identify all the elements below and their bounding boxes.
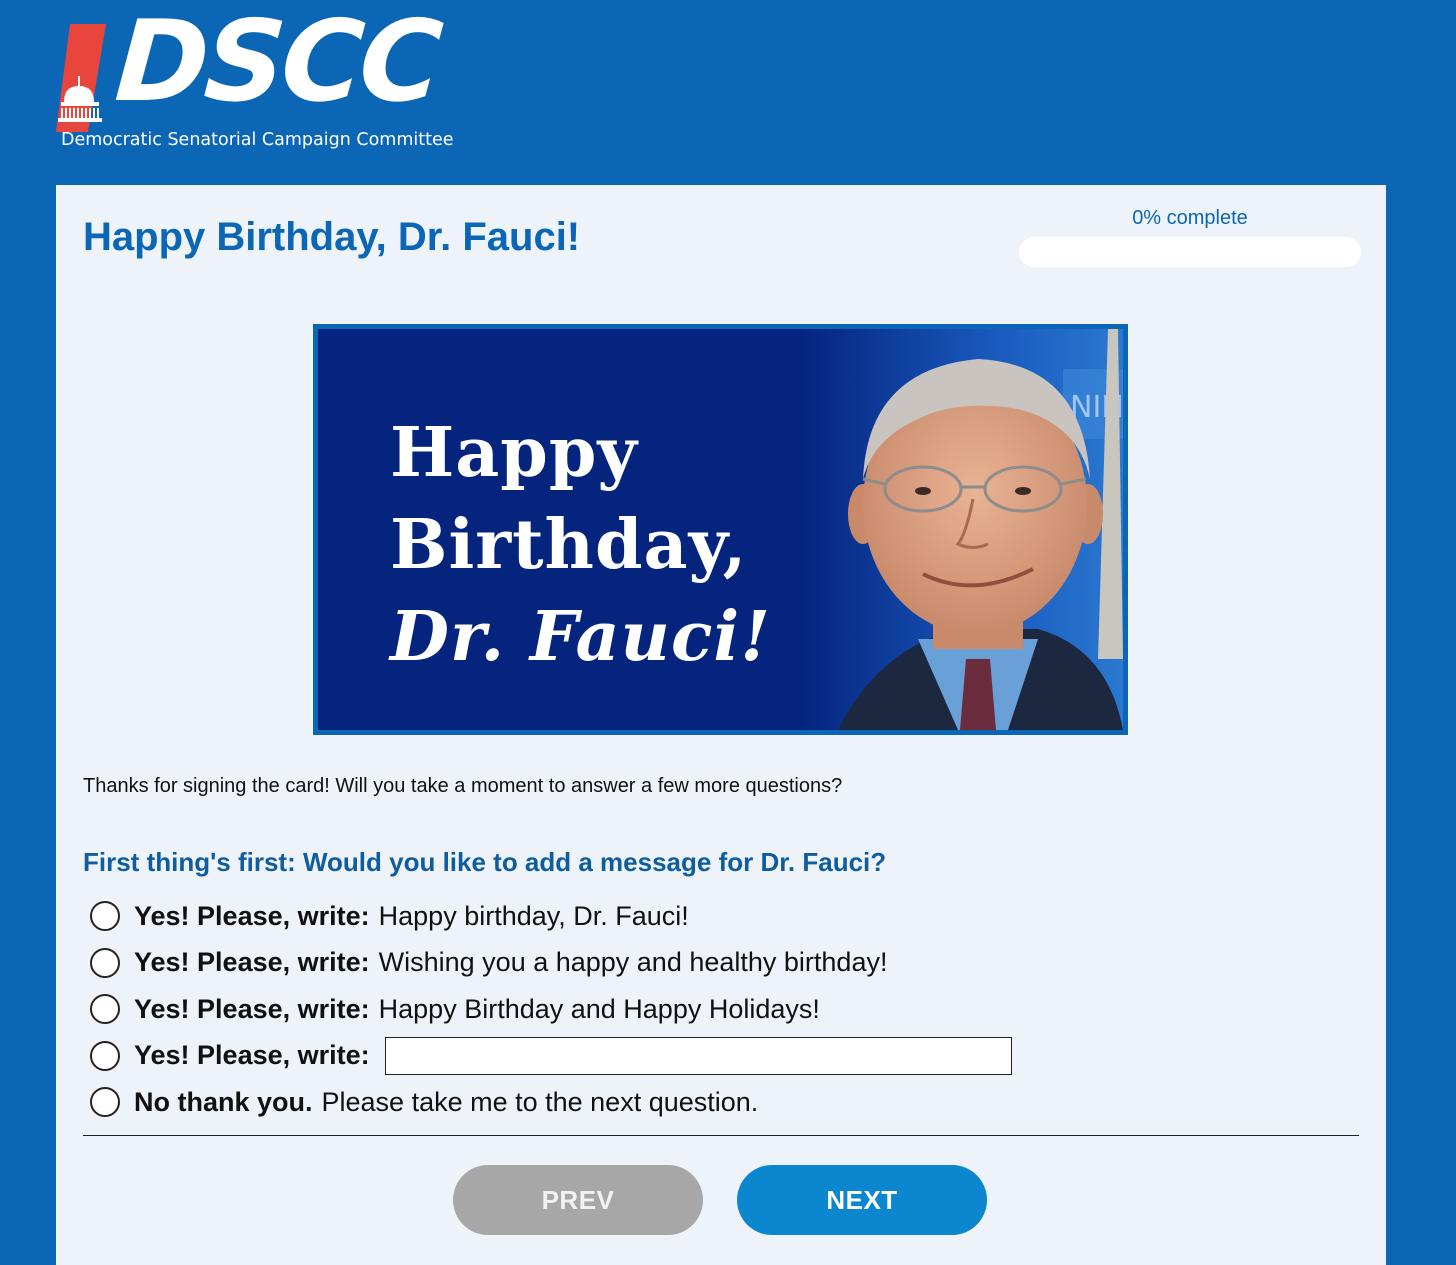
option-bold-label: No thank you. (134, 1086, 313, 1117)
logo-subtitle: Democratic Senatorial Campaign Committee (61, 130, 454, 150)
option-bold-label: Yes! Please, write: (134, 900, 370, 931)
option-text: Happy birthday, Dr. Fauci! (378, 900, 689, 931)
progress-bar (1019, 237, 1361, 267)
next-button[interactable]: NEXT (737, 1165, 987, 1235)
option-no-thanks[interactable]: No thank you. Please take me to the next… (90, 1079, 1090, 1126)
radio-button[interactable] (90, 994, 120, 1025)
radio-button[interactable] (90, 947, 120, 978)
option-bold-label: Yes! Please, write: (134, 993, 370, 1024)
message-options: Yes! Please, write: Happy birthday, Dr. … (90, 893, 1090, 1126)
radio-button[interactable] (90, 1040, 120, 1071)
banner-line-3: Dr. Fauci! (390, 597, 772, 677)
option-happy-birthday[interactable]: Yes! Please, write: Happy birthday, Dr. … (90, 893, 1090, 940)
option-happy-holidays[interactable]: Yes! Please, write: Happy Birthday and H… (90, 986, 1090, 1033)
divider (83, 1135, 1359, 1136)
banner-line-1: Happy (390, 413, 638, 493)
progress-label: 0% complete (1132, 207, 1248, 229)
option-healthy-birthday[interactable]: Yes! Please, write: Wishing you a happy … (90, 940, 1090, 987)
option-bold-label: Yes! Please, write: (134, 947, 370, 978)
prev-button[interactable]: PREV (453, 1165, 703, 1235)
banner-greeting: Happy Birthday, Dr. Fauci! (390, 407, 771, 683)
question-heading: First thing's first: Would you like to a… (83, 847, 887, 877)
option-text: Please take me to the next question. (321, 1086, 759, 1117)
option-custom-message[interactable]: Yes! Please, write: (90, 1033, 1090, 1080)
dscc-logo[interactable]: DSCC Democratic Senatorial Campaign Comm… (56, 0, 476, 160)
radio-button[interactable] (90, 901, 120, 932)
birthday-banner-image: NIH Happy Birthday, Dr. Fauci! (313, 324, 1128, 735)
radio-button[interactable] (90, 1087, 120, 1118)
logo-wordmark: DSCC (111, 0, 443, 127)
survey-card: Happy Birthday, Dr. Fauci! 0% complete N… (56, 185, 1386, 1265)
option-bold-label: Yes! Please, write: (134, 1040, 370, 1071)
page-title: Happy Birthday, Dr. Fauci! (83, 215, 581, 259)
option-text: Wishing you a happy and healthy birthday… (378, 947, 888, 978)
option-text: Happy Birthday and Happy Holidays! (378, 993, 820, 1024)
banner-line-2: Birthday, (390, 505, 748, 585)
intro-text: Thanks for signing the card! Will you ta… (83, 775, 843, 797)
capitol-flag-icon (56, 24, 106, 132)
custom-message-input[interactable] (384, 1036, 1012, 1075)
